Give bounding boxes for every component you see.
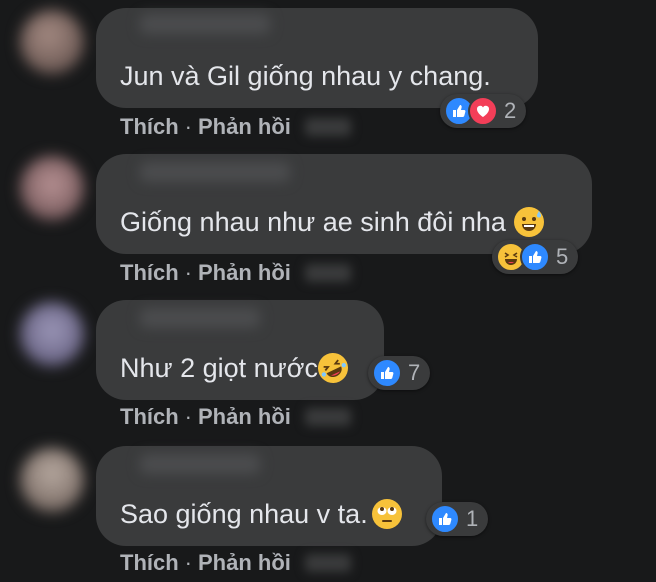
like-link[interactable]: Thích [120, 550, 179, 576]
author-name[interactable] [140, 14, 270, 34]
reaction-count: 5 [556, 244, 569, 269]
comment-thread: Jun và Gil giống nhau y chang. 2 Thích ·… [0, 0, 656, 582]
comment-text: Jun và Gil giống nhau y chang. [120, 61, 491, 91]
avatar[interactable] [20, 448, 84, 512]
eye-roll-emoji [371, 499, 402, 529]
reply-link[interactable]: Phản hồi [198, 404, 291, 430]
like-link[interactable]: Thích [120, 260, 179, 286]
separator: · [184, 404, 192, 429]
comment-text: Như 2 giọt nước [120, 353, 318, 383]
reaction-count: 2 [504, 98, 517, 123]
rolling-laughing-emoji [313, 348, 353, 388]
comment-actions: Thích · Phản hồi [120, 404, 351, 430]
author-name[interactable] [140, 162, 290, 182]
grinning-sweat-emoji [513, 207, 544, 237]
timestamp[interactable] [304, 408, 351, 426]
like-icon [430, 504, 460, 534]
avatar[interactable] [20, 10, 84, 74]
timestamp[interactable] [304, 118, 351, 136]
comment-actions: Thích · Phản hồi [120, 114, 351, 140]
reaction-summary[interactable]: 1 [426, 502, 489, 536]
reaction-summary[interactable]: 2 [440, 94, 527, 128]
comment-text: Giống nhau như ae sinh đôi nha [120, 207, 506, 237]
comment-text-row: Jun và Gil giống nhau y chang. [120, 60, 491, 92]
reaction-count: 1 [466, 506, 479, 531]
separator: · [184, 114, 192, 139]
love-icon [468, 96, 498, 126]
comment-text: Sao giống nhau v ta. [120, 499, 368, 529]
reply-link[interactable]: Phản hồi [198, 260, 291, 286]
avatar[interactable] [20, 156, 84, 220]
comment-text-row: Như 2 giọt nước [120, 348, 353, 388]
author-name[interactable] [140, 454, 260, 474]
reaction-count: 7 [408, 360, 421, 385]
comment-text-row: Sao giống nhau v ta. [120, 498, 402, 530]
timestamp[interactable] [304, 554, 351, 572]
timestamp[interactable] [304, 264, 351, 282]
like-icon [372, 358, 402, 388]
reply-link[interactable]: Phản hồi [198, 114, 291, 140]
comment-actions: Thích · Phản hồi [120, 550, 351, 576]
reply-link[interactable]: Phản hồi [198, 550, 291, 576]
comment-actions: Thích · Phản hồi [120, 260, 351, 286]
like-link[interactable]: Thích [120, 404, 179, 430]
separator: · [184, 260, 192, 285]
author-name[interactable] [140, 308, 260, 328]
separator: · [184, 550, 192, 575]
comment-text-row: Giống nhau như ae sinh đôi nha [120, 206, 544, 238]
avatar[interactable] [20, 302, 84, 366]
reaction-summary[interactable]: 7 [368, 356, 431, 390]
like-icon [520, 242, 550, 272]
like-link[interactable]: Thích [120, 114, 179, 140]
reaction-summary[interactable]: 5 [492, 240, 579, 274]
